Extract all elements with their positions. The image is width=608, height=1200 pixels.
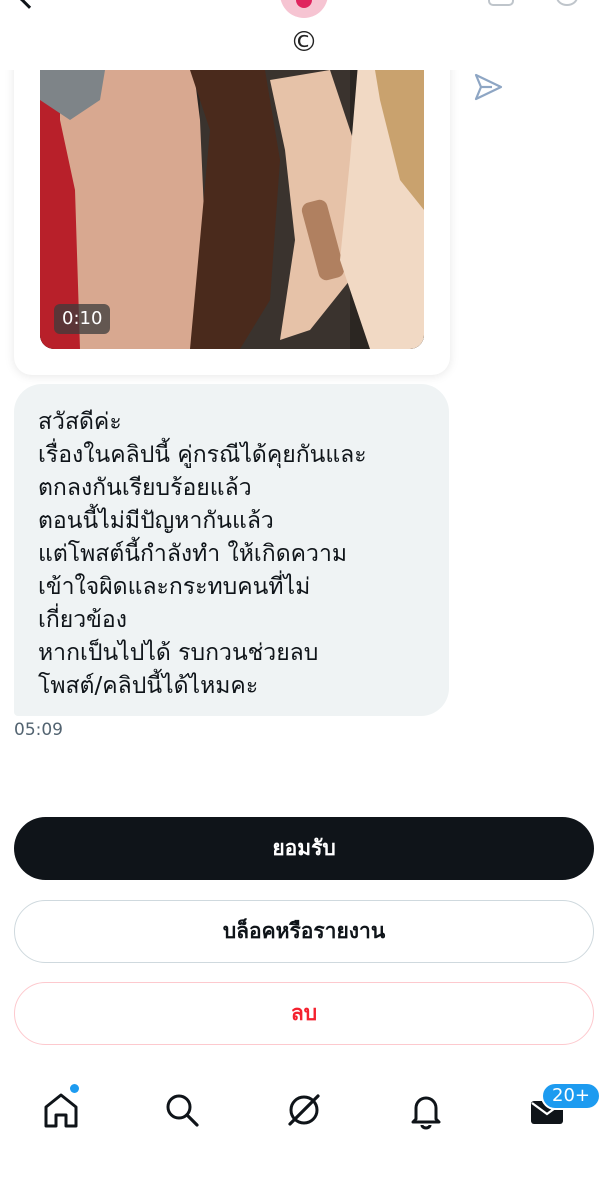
message-line: ตกลงกันเรียบร้อยแล้ว — [38, 475, 252, 501]
search-icon[interactable] — [162, 1090, 202, 1130]
video-duration: 0:10 — [54, 304, 111, 334]
verified-symbol: © — [290, 25, 318, 58]
send-icon[interactable] — [472, 72, 504, 102]
message-bubble[interactable]: สวัสดีค่ะ เรื่องในคลิปนี้ คู่กรณีได้คุยก… — [14, 384, 449, 716]
notifications-icon[interactable] — [406, 1090, 446, 1130]
conversation-header: © — [0, 0, 608, 70]
accept-button[interactable]: ยอมรับ — [14, 817, 594, 880]
message-line: เข้าใจผิดและกระทบคนที่ไม่ — [38, 574, 311, 600]
message-timestamp: 05:09 — [14, 720, 63, 740]
message-line: แต่โพสต์นี้กำลังทำ ให้เกิดความ — [38, 541, 348, 567]
message-line: ตอนนี้ไม่มีปัญหากันแล้ว — [38, 508, 274, 534]
message-line: เรื่องในคลิปนี้ คู่กรณีได้คุยกันและ — [38, 442, 367, 468]
message-line: โพสต์/คลิปนี้ได้ไหมคะ — [38, 673, 259, 699]
block-or-report-button[interactable]: บล็อคหรือรายงาน — [14, 900, 594, 963]
home-notification-dot — [70, 1084, 79, 1093]
message-line: เกี่ยวข้อง — [38, 607, 127, 633]
message-line: สวัสดีค่ะ — [38, 409, 122, 435]
messages-badge: 20+ — [541, 1082, 601, 1110]
back-arrow-icon[interactable] — [19, 0, 39, 9]
bottom-nav-bar — [0, 1070, 608, 1150]
message-line: หากเป็นไปได้ รบกวนช่วยลบ — [38, 640, 319, 666]
video-call-icon[interactable] — [488, 0, 514, 6]
home-icon[interactable] — [41, 1090, 81, 1130]
delete-button[interactable]: ลบ — [14, 982, 594, 1045]
info-icon[interactable] — [556, 0, 578, 6]
video-thumbnail[interactable] — [40, 40, 424, 349]
avatar[interactable] — [280, 0, 328, 18]
grok-icon[interactable] — [284, 1090, 324, 1130]
video-frame-image — [40, 40, 424, 349]
